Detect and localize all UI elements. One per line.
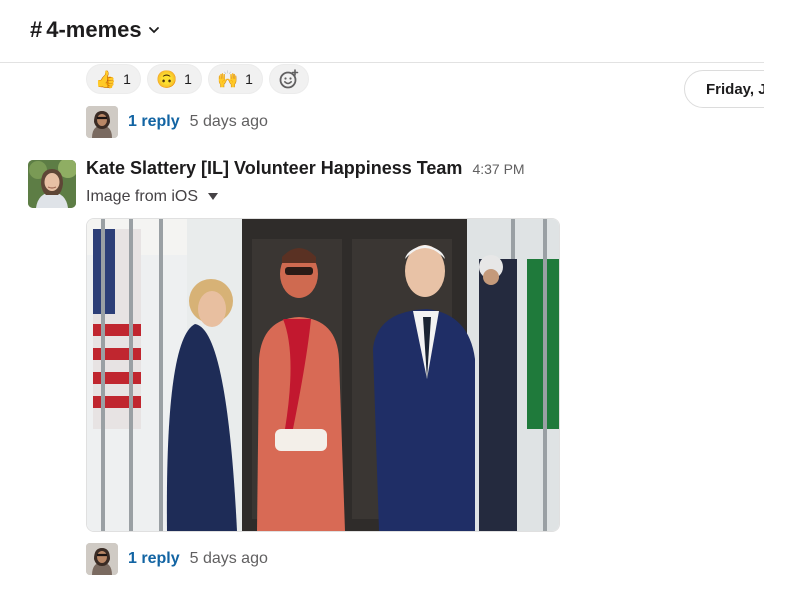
reply-count-link[interactable]: 1 reply: [128, 113, 180, 131]
thumbs-up-emoji: 👍: [95, 69, 117, 89]
hash-icon: #: [30, 17, 43, 42]
channel-name: 4-memes: [46, 17, 142, 42]
reaction-thumbs-up[interactable]: 👍 1: [86, 64, 141, 94]
message-header: Kate Slattery [IL] Volunteer Happiness T…: [86, 158, 525, 179]
reaction-raised-hands[interactable]: 🙌 1: [207, 64, 263, 94]
last-reply-time: 5 days ago: [189, 113, 268, 130]
scroll-edge: [764, 62, 800, 596]
sender-avatar[interactable]: [28, 160, 76, 208]
add-reaction-icon: [279, 69, 299, 89]
reaction-upside-down-face[interactable]: 🙃 1: [146, 64, 202, 94]
channel-header: # 4-memes: [0, 0, 764, 63]
channel-title[interactable]: # 4-memes: [30, 17, 160, 43]
attached-photo: [87, 219, 559, 531]
reaction-count: 1: [184, 71, 192, 87]
thread-summary-bottom: 1 reply 5 days ago: [86, 543, 268, 575]
date-divider-label: Friday, J: [706, 81, 767, 98]
image-attachment[interactable]: [86, 218, 560, 532]
raised-hands-emoji: 🙌: [216, 69, 239, 89]
reply-count-link[interactable]: 1 reply: [128, 550, 180, 568]
file-label-text: Image from iOS: [86, 188, 199, 205]
upside-down-face-emoji: 🙃: [155, 69, 178, 89]
last-reply-time: 5 days ago: [189, 550, 268, 567]
caret-down-icon: [208, 193, 219, 200]
avatar: [86, 106, 118, 138]
reaction-count: 1: [123, 71, 131, 87]
file-title[interactable]: Image from iOS: [86, 188, 219, 206]
add-reaction-button[interactable]: [268, 64, 309, 94]
avatar: [86, 543, 118, 575]
thread-summary-top: 1 reply 5 days ago: [86, 106, 268, 138]
chevron-down-icon: [148, 27, 159, 34]
reaction-count: 1: [245, 71, 253, 87]
reactions-bar: 👍 1 🙃 1 🙌 1: [86, 64, 309, 94]
message-timestamp[interactable]: 4:37 PM: [472, 161, 524, 177]
sender-name[interactable]: Kate Slattery [IL] Volunteer Happiness T…: [86, 158, 462, 179]
